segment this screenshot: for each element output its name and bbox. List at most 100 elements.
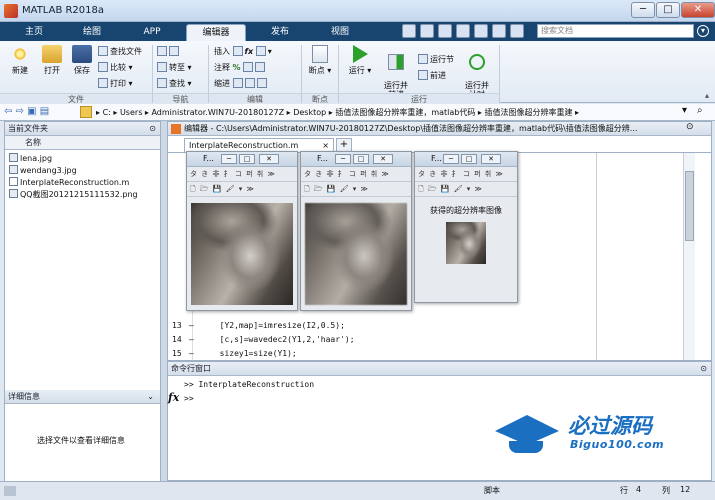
- command-history-line: >> InterplateReconstruction: [184, 380, 315, 389]
- advance-button[interactable]: 前进: [418, 69, 446, 82]
- figure-menubar[interactable]: タ き 非 扌 コ 퍼 취 ≫: [187, 167, 297, 182]
- figure-toolbar[interactable]: 🗋 🗁 💾 🖌 ▾ ≫: [301, 182, 411, 197]
- nav-arrows-icon[interactable]: ⇦ ⇨ ▣ ▤: [4, 106, 49, 117]
- editor-scrollbar[interactable]: [683, 153, 695, 360]
- search-docs-input[interactable]: 搜索文档: [537, 24, 694, 38]
- current-folder-panel: 当前文件夹 ⊙ 名称 lena.jpg wendang3.jpg Interpla…: [4, 121, 161, 495]
- help-icon[interactable]: [510, 24, 524, 38]
- close-icon[interactable]: ✕: [373, 154, 393, 164]
- minimize-icon[interactable]: ─: [443, 154, 459, 164]
- figure-window-1[interactable]: F... ─ □ ✕ タ き 非 扌 コ 퍼 취 ≫ 🗋 🗁 💾 🖌 ▾ ≫: [186, 151, 298, 311]
- code-text: [Y2,map]=imresize(I2,0.5);: [219, 321, 345, 330]
- tab-publish[interactable]: 发布: [256, 24, 304, 41]
- list-item[interactable]: wendang3.jpg: [5, 165, 160, 177]
- new-tab-button[interactable]: +: [336, 138, 352, 152]
- tab-apps[interactable]: APP: [128, 24, 176, 41]
- tab-plots[interactable]: 绘图: [68, 24, 116, 41]
- tab-view[interactable]: 视图: [316, 24, 364, 41]
- new-button[interactable]: 新建: [6, 45, 34, 76]
- run-group-label: 运行: [339, 93, 499, 104]
- new-label: 新建: [12, 66, 28, 75]
- close-icon[interactable]: ✕: [259, 154, 279, 164]
- crumb-subfolder[interactable]: 插值法图像超分辨率重建: [484, 108, 572, 117]
- minimize-icon[interactable]: ─: [335, 154, 351, 164]
- figure-window-2[interactable]: F... ─ □ ✕ タ き 非 扌 コ 퍼 취 ≫ 🗋 🗁 💾 🖌 ▾ ≫: [300, 151, 412, 311]
- open-button[interactable]: 打开: [38, 45, 66, 76]
- quick-copy-icon[interactable]: [438, 24, 452, 38]
- address-dropdown-icon[interactable]: ▾: [682, 105, 687, 116]
- line-number: 13: [172, 321, 182, 330]
- find-label: 查找: [169, 79, 185, 88]
- maximize-icon[interactable]: □: [461, 154, 477, 164]
- crumb-desktop[interactable]: Desktop: [293, 108, 326, 117]
- list-item[interactable]: QQ截图20121215111532.png: [5, 189, 160, 201]
- quick-cut-icon[interactable]: [420, 24, 434, 38]
- crumb-users[interactable]: Users: [120, 108, 142, 117]
- run-section-button[interactable]: 运行节: [418, 53, 454, 66]
- editor-header: 编辑器 - C:\Users\Administrator.WIN7U-20180…: [168, 122, 711, 136]
- maximize-button[interactable]: □: [656, 2, 680, 18]
- close-button[interactable]: ✕: [681, 2, 715, 18]
- quick-paste-icon[interactable]: [456, 24, 470, 38]
- maximize-icon[interactable]: □: [353, 154, 369, 164]
- comment-button[interactable]: 注释 %: [214, 61, 267, 74]
- cap-base: [509, 441, 543, 453]
- scrollbar-thumb[interactable]: [685, 171, 694, 241]
- goto-button[interactable]: 转至 ▾: [157, 61, 192, 74]
- maximize-icon[interactable]: □: [239, 154, 255, 164]
- run-advance-button[interactable]: 运行并 前进: [378, 45, 414, 99]
- quick-save-icon[interactable]: [402, 24, 416, 38]
- chevron-down-icon[interactable]: ⌄: [147, 390, 154, 403]
- insert-button[interactable]: 插入 fx ▾: [214, 45, 272, 58]
- command-prompt[interactable]: >>: [184, 394, 194, 403]
- tab-editor[interactable]: 编辑器: [186, 24, 246, 41]
- code-line-13[interactable]: 13 – [Y2,map]=imresize(I2,0.5);: [172, 321, 345, 330]
- panel-menu-icon[interactable]: ⊙: [149, 122, 156, 135]
- collapse-ribbon-icon[interactable]: ▴: [705, 91, 709, 100]
- run-button[interactable]: 运行 ▾: [344, 45, 376, 76]
- quick-redo-icon[interactable]: [492, 24, 506, 38]
- find-files-label: 查找文件: [110, 47, 142, 56]
- breakpoint-icon: [312, 45, 328, 63]
- close-icon[interactable]: ✕: [481, 154, 501, 164]
- code-line-15[interactable]: 15 – sizey1=size(Y1);: [172, 349, 297, 358]
- minimize-button[interactable]: ─: [631, 2, 655, 18]
- editor-menu-icon[interactable]: ⊙: [686, 122, 694, 132]
- tab-home[interactable]: 主页: [12, 24, 56, 41]
- list-item[interactable]: lena.jpg: [5, 153, 160, 165]
- image-file-icon: [9, 189, 18, 198]
- name-column-header[interactable]: 名称: [5, 136, 160, 150]
- indent-button[interactable]: 缩进: [214, 77, 269, 90]
- help-button-icon[interactable]: ▾: [697, 25, 709, 37]
- command-menu-icon[interactable]: ⊙: [700, 362, 707, 375]
- run-and-time-button[interactable]: 运行并 计时: [460, 45, 494, 99]
- compare-icon: [98, 62, 108, 72]
- goto-icon: [157, 62, 167, 72]
- code-line-14[interactable]: 14 – [c,s]=wavedec2(Y1,2,'haar');: [172, 335, 355, 344]
- figure-menubar[interactable]: タ き 非 扌 コ 퍼 취 ≫: [415, 167, 517, 182]
- file-name: lena.jpg: [20, 154, 53, 163]
- crumb-project[interactable]: 插值法图像超分辨率重建，matlab代码: [335, 108, 475, 117]
- compare-button[interactable]: 比较 ▾: [98, 61, 133, 74]
- crumb-drive[interactable]: C:: [103, 108, 111, 117]
- fx-icon[interactable]: fx: [168, 391, 179, 404]
- breakpoints-group-label: 断点: [302, 93, 338, 104]
- tab-interplate-reconstruction[interactable]: InterplateReconstruction.m ×: [184, 138, 334, 152]
- find-files-button[interactable]: 查找文件: [98, 45, 142, 58]
- back-forward-buttons[interactable]: [157, 45, 181, 58]
- crumb-user[interactable]: Administrator.WIN7U-20180127Z: [151, 108, 284, 117]
- list-item[interactable]: InterplateReconstruction.m: [5, 177, 160, 189]
- figure-title-bar: F... ─ □ ✕: [415, 152, 517, 167]
- figure-toolbar[interactable]: 🗋 🗁 💾 🖌 ▾ ≫: [415, 182, 517, 197]
- figure-window-3[interactable]: F... ─ □ ✕ タ き 非 扌 コ 퍼 취 ≫ 🗋 🗁 💾 🖌 ▾ ≫ 获得的…: [414, 151, 518, 303]
- quick-undo-icon[interactable]: [474, 24, 488, 38]
- open-folder-icon: [42, 45, 62, 63]
- figure-menubar[interactable]: タ き 非 扌 コ 퍼 취 ≫: [301, 167, 411, 182]
- minimize-icon[interactable]: ─: [221, 154, 237, 164]
- find-button[interactable]: 查找 ▾: [157, 77, 192, 90]
- address-search-icon[interactable]: ⌕: [697, 105, 703, 116]
- print-button[interactable]: 打印 ▾: [98, 77, 133, 90]
- breakpoints-button[interactable]: 断点 ▾: [306, 45, 334, 76]
- figure-toolbar[interactable]: 🗋 🗁 💾 🖌 ▾ ≫: [187, 182, 297, 197]
- save-button[interactable]: 保存: [68, 45, 96, 76]
